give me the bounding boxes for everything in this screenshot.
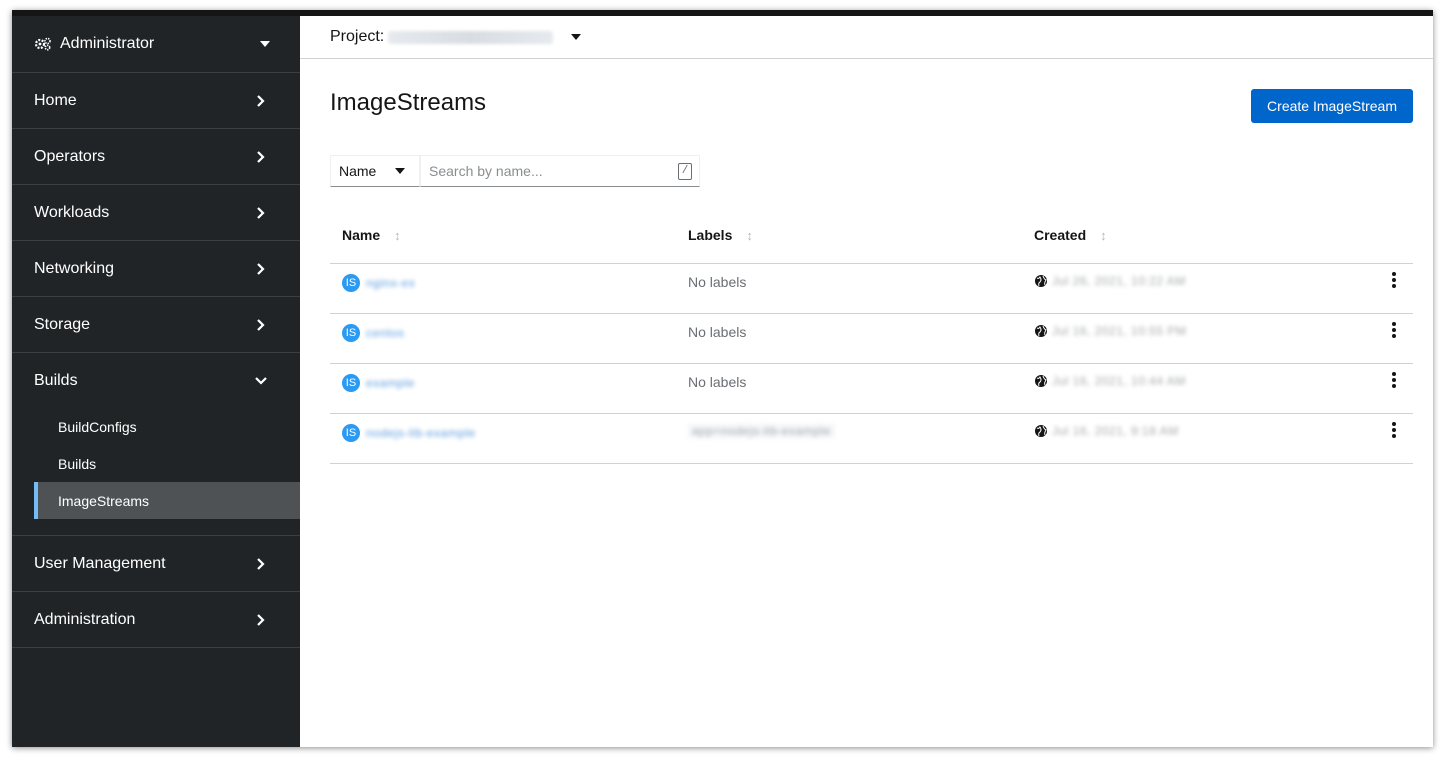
nav-home[interactable]: Home: [12, 73, 300, 129]
chevron-right-icon: [254, 318, 268, 332]
subnav-buildconfigs[interactable]: BuildConfigs: [34, 408, 300, 445]
perspective-label: Administrator: [60, 35, 155, 52]
row-actions-kebab[interactable]: [1389, 414, 1399, 438]
keyboard-shortcut-hint: /: [678, 163, 692, 180]
nav-label: Home: [34, 91, 77, 109]
search-input[interactable]: [420, 155, 700, 187]
caret-down-icon: [260, 41, 270, 47]
subnav-imagestreams[interactable]: ImageStreams: [34, 482, 300, 519]
column-label: Labels: [688, 227, 733, 243]
column-header-name[interactable]: Name ↕: [330, 227, 676, 243]
imagestream-badge: IS: [342, 324, 360, 342]
imagestream-link[interactable]: nginx-ex: [366, 276, 415, 290]
project-bar[interactable]: Project:: [300, 16, 1433, 59]
sidebar: Administrator Home Operators Workloads N…: [12, 16, 300, 747]
imagestream-link[interactable]: centos: [366, 326, 404, 340]
filter-type-select[interactable]: Name: [330, 155, 420, 187]
filter-type-value: Name: [339, 163, 377, 179]
nav-label: Builds: [34, 371, 78, 389]
create-imagestream-button[interactable]: Create ImageStream: [1251, 89, 1413, 123]
table-header: Name ↕ Labels ↕ Created ↕: [330, 207, 1413, 264]
project-name-redacted: [388, 30, 554, 44]
project-label: Project:: [330, 28, 385, 45]
row-actions-kebab[interactable]: [1389, 264, 1399, 288]
created-timestamp: Jul 16, 2021, 10:55 PM: [1052, 324, 1187, 338]
chevron-right-icon: [254, 613, 268, 627]
nav-operators[interactable]: Operators: [12, 129, 300, 185]
imagestream-badge: IS: [342, 374, 360, 392]
nav-label: Operators: [34, 147, 106, 165]
subnav-builds[interactable]: Builds: [34, 445, 300, 482]
sort-icon: ↕: [394, 227, 401, 243]
globe-icon: [1034, 274, 1048, 288]
nav-label: User Management: [34, 554, 166, 572]
column-header-created[interactable]: Created ↕: [1022, 227, 1362, 243]
nav-label: Networking: [34, 259, 115, 277]
caret-down-icon: [571, 34, 582, 40]
page-title: ImageStreams: [330, 89, 487, 116]
nav-storage[interactable]: Storage: [12, 297, 300, 353]
imagestream-badge: IS: [342, 274, 360, 292]
builds-subnav: BuildConfigs Builds ImageStreams: [12, 408, 300, 536]
chevron-right-icon: [254, 94, 268, 108]
sort-icon: ↕: [1100, 227, 1107, 243]
label-badge[interactable]: app=nodejs-lib-example: [688, 424, 835, 438]
globe-icon: [1034, 424, 1048, 438]
filter-toolbar: Name /: [330, 155, 1433, 207]
chevron-right-icon: [254, 150, 268, 164]
row-actions-kebab[interactable]: [1389, 364, 1399, 388]
nav-builds[interactable]: Builds: [12, 353, 300, 408]
nav-label: Workloads: [34, 203, 110, 221]
imagestream-link[interactable]: nodejs-lib-example: [366, 426, 476, 440]
cogs-icon: [34, 37, 54, 51]
chevron-right-icon: [254, 206, 268, 220]
imagestream-badge: IS: [342, 424, 360, 442]
caret-down-icon: [395, 168, 405, 174]
nav-user-management[interactable]: User Management: [12, 536, 300, 592]
nav-networking[interactable]: Networking: [12, 241, 300, 297]
chevron-right-icon: [254, 557, 268, 571]
table-row: IS centos No labels Jul 16, 2021, 10:55 P…: [330, 314, 1413, 364]
row-actions-kebab[interactable]: [1389, 314, 1399, 338]
globe-icon: [1034, 374, 1048, 388]
created-timestamp: Jul 16, 2021, 9:18 AM: [1052, 424, 1179, 438]
column-label: Created: [1034, 227, 1087, 243]
console-window: Administrator Home Operators Workloads N…: [12, 10, 1433, 747]
column-header-labels[interactable]: Labels ↕: [676, 227, 1022, 243]
nav-label: Storage: [34, 315, 91, 333]
nav-administration[interactable]: Administration: [12, 592, 300, 648]
title-row: ImageStreams Create ImageStream: [300, 59, 1433, 155]
globe-icon: [1034, 324, 1048, 338]
imagestreams-table: Name ↕ Labels ↕ Created ↕ IS nginx-ex No …: [330, 207, 1413, 464]
table-row: IS nodejs-lib-example app=nodejs-lib-exam…: [330, 414, 1413, 464]
perspective-switcher[interactable]: Administrator: [12, 16, 300, 73]
main-content: Project: ImageStreams Create ImageStream…: [300, 16, 1433, 747]
created-timestamp: Jul 16, 2021, 10:44 AM: [1052, 374, 1186, 388]
labels-value: No labels: [688, 374, 747, 390]
created-timestamp: Jul 26, 2021, 10:22 AM: [1052, 274, 1186, 288]
nav-workloads[interactable]: Workloads: [12, 185, 300, 241]
table-row: IS example No labels Jul 16, 2021, 10:44 …: [330, 364, 1413, 414]
chevron-down-icon: [254, 374, 268, 388]
imagestream-link[interactable]: example: [366, 376, 415, 390]
labels-value: No labels: [688, 324, 747, 340]
nav-label: Administration: [34, 610, 136, 628]
labels-value: No labels: [688, 274, 747, 290]
chevron-right-icon: [254, 262, 268, 276]
sort-icon: ↕: [746, 227, 753, 243]
column-label: Name: [342, 227, 381, 243]
table-row: IS nginx-ex No labels Jul 26, 2021, 10:22…: [330, 264, 1413, 314]
